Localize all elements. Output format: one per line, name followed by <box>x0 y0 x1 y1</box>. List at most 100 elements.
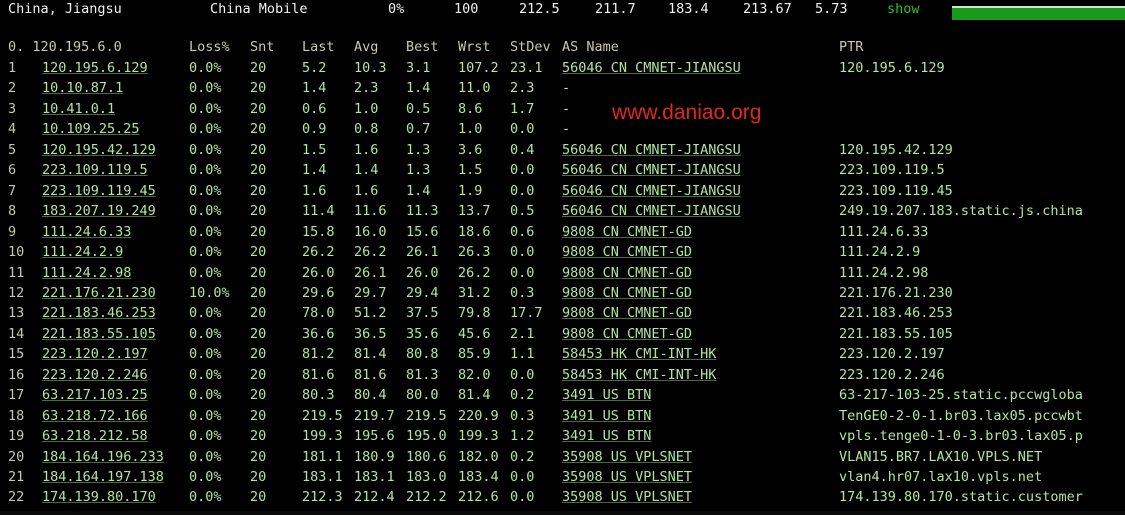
table-row: 9 111.24.6.33 0.0% 20 15.8 16.0 15.6 18.6 0.6 980… <box>0 224 1125 244</box>
hop-as-link[interactable]: 56046 CN CMNET-JIANGSU <box>562 183 741 199</box>
hop-number: 3 <box>8 100 17 117</box>
show-button[interactable]: show <box>887 1 920 17</box>
hop-wrst: 1.5 <box>458 162 483 179</box>
hop-best: 212.2 <box>406 489 447 506</box>
hop-ip-link[interactable]: 63.217.103.25 <box>42 387 148 403</box>
hop-ip-link[interactable]: 111.24.2.98 <box>42 265 131 281</box>
hop-avg: 1.0 <box>354 100 379 117</box>
hop-as-link[interactable]: 58453 HK CMI-INT-HK <box>562 367 716 383</box>
hop-as-link[interactable]: 35908 US VPLSNET <box>562 469 692 485</box>
hop-best: 195.0 <box>406 428 447 445</box>
hop-loss: 0.0% <box>189 80 222 97</box>
hop-number: 16 <box>8 366 25 383</box>
hop-ip-link[interactable]: 63.218.212.58 <box>42 428 148 444</box>
hop-stdev: 0.0 <box>510 264 535 281</box>
hop-loss: 0.0% <box>189 387 222 404</box>
hop-as-link[interactable]: 9808 CN CMNET-GD <box>562 244 692 260</box>
hop-ptr: 223.120.2.246 <box>839 366 945 383</box>
hop-as-link[interactable]: 58453 HK CMI-INT-HK <box>562 346 716 362</box>
hop-last: 0.6 <box>302 100 327 117</box>
table-row: 11 111.24.2.98 0.0% 20 26.0 26.1 26.0 26.2 0.0 98… <box>0 265 1125 285</box>
hop-ip-link[interactable]: 120.195.6.129 <box>42 60 148 76</box>
hop-ip-link[interactable]: 111.24.6.33 <box>42 224 131 240</box>
hop-wrst: 107.2 <box>458 60 499 76</box>
hop-number: 12 <box>8 284 25 301</box>
hop-ip-link[interactable]: 221.183.46.253 <box>42 305 156 321</box>
hop-best: 183.0 <box>406 469 447 485</box>
table-row: 17 63.217.103.25 0.0% 20 80.3 80.4 80.0 81.4 0.2… <box>0 387 1125 407</box>
hop-sent: 20 <box>250 162 267 179</box>
hop-ip-link[interactable]: 223.109.119.45 <box>42 183 156 199</box>
hop-loss: 0.0% <box>189 264 222 281</box>
table-row: 19 63.218.212.58 0.0% 20 199.3 195.6 195.0 199.… <box>0 428 1125 448</box>
hop-last: 5.2 <box>302 60 327 76</box>
hop-ptr: 174.139.80.170.static.customer <box>839 489 1083 506</box>
hop-wrst: 13.7 <box>458 203 491 220</box>
hop-ip-link[interactable]: 184.164.197.138 <box>42 469 164 485</box>
hop-loss: 0.0% <box>189 182 222 199</box>
column-header-stdev: StDev <box>510 39 551 55</box>
hop-as-link[interactable]: 9808 CN CMNET-GD <box>562 265 692 281</box>
hop-ip-link[interactable]: 223.109.119.5 <box>42 162 148 178</box>
hop-loss: 0.0% <box>189 223 222 240</box>
hop-ip-link[interactable]: 221.183.55.105 <box>42 326 156 342</box>
hop-ptr: 221.183.46.253 <box>839 305 953 322</box>
hop-ip-link[interactable]: 10.41.0.1 <box>42 101 115 117</box>
hop-last: 81.2 <box>302 346 335 363</box>
hop-wrst: 79.8 <box>458 305 491 322</box>
hop-last: 78.0 <box>302 305 335 322</box>
hop-wrst: 3.6 <box>458 141 483 158</box>
hop-loss: 10.0% <box>189 284 230 301</box>
hop-as-link[interactable]: 56046 CN CMNET-JIANGSU <box>562 203 741 219</box>
hop-avg: 1.6 <box>354 182 379 199</box>
hop-sent: 20 <box>250 305 267 322</box>
hop-ip-link[interactable]: 184.164.196.233 <box>42 449 164 465</box>
hop-avg: 2.3 <box>354 80 379 97</box>
hop-wrst: 1.9 <box>458 182 483 199</box>
hop-as-link[interactable]: 56046 CN CMNET-JIANGSU <box>562 162 741 178</box>
hop-as-link[interactable]: 3491 US BTN <box>562 428 651 444</box>
hop-loss: 0.0% <box>189 162 222 179</box>
hop-stdev: 1.2 <box>510 428 535 445</box>
hop-last: 15.8 <box>302 223 335 240</box>
hop-ip-link[interactable]: 183.207.19.249 <box>42 203 156 219</box>
hop-as-link[interactable]: 9808 CN CMNET-GD <box>562 326 692 342</box>
hop-avg: 81.4 <box>354 346 387 363</box>
hop-as-link[interactable]: 3491 US BTN <box>562 408 651 424</box>
hop-as-link[interactable]: 9808 CN CMNET-GD <box>562 285 692 301</box>
hop-as-link: - <box>562 80 571 97</box>
hop-as-link[interactable]: 9808 CN CMNET-GD <box>562 224 692 240</box>
summary-provider: China Mobile <box>210 1 308 17</box>
hop-best: 80.8 <box>406 346 439 363</box>
hop-best: 219.5 <box>406 407 447 424</box>
hop-as-link[interactable]: 56046 CN CMNET-JIANGSU <box>562 60 741 76</box>
hop-ip-link[interactable]: 223.120.2.246 <box>42 367 148 383</box>
hop-avg: 26.1 <box>354 264 387 281</box>
hop-number: 9 <box>8 223 17 240</box>
hop-wrst: 26.3 <box>458 244 491 261</box>
hop-ptr: 111.24.2.9 <box>839 244 921 261</box>
hop-ip-link[interactable]: 10.109.25.25 <box>42 121 140 137</box>
watermark-text: www.daniao.org <box>612 101 762 124</box>
hop-last: 1.6 <box>302 182 327 199</box>
hop-ip-link[interactable]: 63.218.72.166 <box>42 408 148 424</box>
hop-as-link[interactable]: 9808 CN CMNET-GD <box>562 305 692 321</box>
hop-as-link[interactable]: 35908 US VPLSNET <box>562 489 692 505</box>
hop-ip-link[interactable]: 10.10.87.1 <box>42 80 123 96</box>
hop-as-link[interactable]: 56046 CN CMNET-JIANGSU <box>562 142 741 158</box>
hop-ip-link[interactable]: 120.195.42.129 <box>42 142 156 158</box>
table-row: 12 221.176.21.230 10.0% 20 29.6 29.7 29.4 31.2 0… <box>0 285 1125 305</box>
hop-as-link[interactable]: 35908 US VPLSNET <box>562 449 692 465</box>
hop-wrst: 212.6 <box>458 489 499 506</box>
column-header-ptr: PTR <box>839 39 864 55</box>
hop-last: 212.3 <box>302 489 343 506</box>
hop-number: 5 <box>8 141 17 158</box>
hop-last: 29.6 <box>302 284 335 301</box>
hop-ip-link[interactable]: 111.24.2.9 <box>42 244 123 260</box>
hop-avg: 36.5 <box>354 325 387 342</box>
hop-ip-link[interactable]: 174.139.80.170 <box>42 489 156 505</box>
hop-avg: 16.0 <box>354 223 387 240</box>
hop-as-link[interactable]: 3491 US BTN <box>562 387 651 403</box>
hop-ip-link[interactable]: 221.176.21.230 <box>42 285 156 301</box>
hop-ip-link[interactable]: 223.120.2.197 <box>42 346 148 362</box>
